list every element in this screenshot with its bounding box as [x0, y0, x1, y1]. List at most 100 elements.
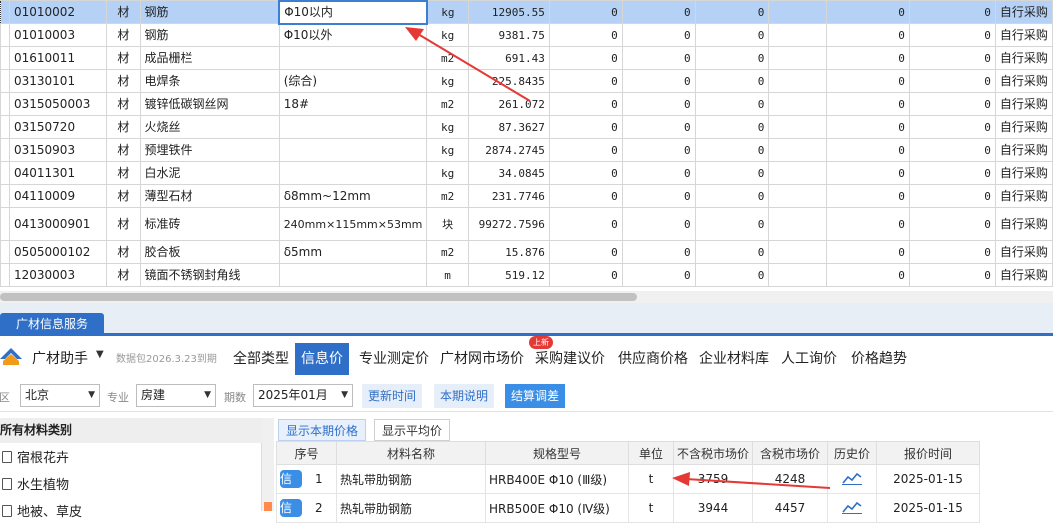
- history-price-cell[interactable]: [827, 464, 877, 494]
- trend-chart-icon[interactable]: [842, 471, 862, 485]
- material-type[interactable]: 材: [106, 69, 141, 93]
- value-cell[interactable]: 0: [826, 184, 910, 208]
- supply-method[interactable]: 自行采购: [994, 0, 1053, 24]
- value-cell[interactable]: 0: [694, 161, 770, 185]
- grid-row[interactable]: 03150903 材预埋铁件 kg 2874.2745 0 0 0 0 0 自行采购: [0, 138, 1053, 162]
- value-cell[interactable]: [768, 161, 828, 185]
- material-spec[interactable]: δ8mm~12mm: [278, 184, 428, 208]
- horizontal-scrollbar[interactable]: [0, 291, 1053, 303]
- material-quantity[interactable]: 12905.55: [467, 0, 550, 24]
- show-current-price-tab[interactable]: 显示本期价格: [278, 419, 367, 441]
- material-name[interactable]: 钢筋: [139, 23, 280, 47]
- material-quantity[interactable]: 15.876: [467, 240, 550, 264]
- value-cell[interactable]: 0: [908, 184, 996, 208]
- value-cell[interactable]: [768, 46, 828, 70]
- material-unit[interactable]: kg: [426, 161, 469, 185]
- material-type[interactable]: 材: [106, 240, 141, 264]
- material-spec[interactable]: δ5mm: [278, 240, 428, 264]
- value-cell[interactable]: 0: [694, 240, 770, 264]
- row-marker[interactable]: [0, 263, 10, 287]
- material-unit[interactable]: m: [426, 263, 469, 287]
- value-cell[interactable]: 0: [826, 92, 910, 116]
- material-unit[interactable]: kg: [426, 23, 469, 47]
- value-cell[interactable]: 0: [694, 92, 770, 116]
- material-spec[interactable]: Φ10以内: [278, 0, 428, 25]
- material-name[interactable]: 火烧丝: [139, 115, 280, 139]
- tab-professional-price[interactable]: 专业测定价: [353, 343, 435, 375]
- tab-enterprise-library[interactable]: 企业材料库: [693, 343, 775, 375]
- material-quantity[interactable]: 34.0845: [467, 161, 550, 185]
- value-cell[interactable]: 0: [621, 207, 696, 241]
- material-unit[interactable]: m2: [426, 184, 469, 208]
- value-cell[interactable]: 0: [694, 207, 770, 241]
- material-name[interactable]: 电焊条: [139, 69, 280, 93]
- value-cell[interactable]: 0: [826, 0, 910, 24]
- value-cell[interactable]: 0: [694, 46, 770, 70]
- material-type[interactable]: 材: [106, 0, 141, 24]
- supply-method[interactable]: 自行采购: [994, 138, 1053, 162]
- value-cell[interactable]: [768, 0, 828, 24]
- row-marker[interactable]: [0, 138, 10, 162]
- material-unit[interactable]: kg: [426, 115, 469, 139]
- material-unit[interactable]: kg: [426, 138, 469, 162]
- value-cell[interactable]: 0: [548, 138, 623, 162]
- tab-guangcai-info-service[interactable]: 广材信息服务: [0, 313, 104, 336]
- value-cell[interactable]: 0: [694, 23, 770, 47]
- value-cell[interactable]: 0: [621, 240, 696, 264]
- material-unit[interactable]: m2: [426, 240, 469, 264]
- material-quantity[interactable]: 691.43: [467, 46, 550, 70]
- chevron-down-icon[interactable]: ▼: [96, 349, 104, 360]
- material-quantity[interactable]: 261.072: [467, 92, 550, 116]
- material-unit[interactable]: kg: [426, 69, 469, 93]
- period-select[interactable]: 2025年01月 ▼: [253, 384, 353, 407]
- material-code[interactable]: 0315050003: [8, 92, 108, 116]
- value-cell[interactable]: 0: [548, 46, 623, 70]
- price-row[interactable]: 信 1 热轧带肋钢筋 HRB400E Φ10 (Ⅲ级) t 3759 4248 2025-01…: [276, 464, 980, 494]
- row-marker[interactable]: [0, 207, 10, 241]
- major-select[interactable]: 房建 ▼: [136, 384, 216, 407]
- value-cell[interactable]: 0: [548, 240, 623, 264]
- tab-price-trend[interactable]: 价格趋势: [845, 343, 913, 375]
- material-unit[interactable]: m2: [426, 92, 469, 116]
- value-cell[interactable]: [768, 92, 828, 116]
- material-type[interactable]: 材: [106, 263, 141, 287]
- category-scrollbar[interactable]: [262, 418, 274, 511]
- row-marker[interactable]: [0, 161, 10, 185]
- material-name[interactable]: 薄型石材: [139, 184, 280, 208]
- value-cell[interactable]: 0: [908, 69, 996, 93]
- value-cell[interactable]: 0: [826, 240, 910, 264]
- value-cell[interactable]: 0: [621, 263, 696, 287]
- grid-row[interactable]: 01010003 材钢筋 Φ10以外 kg 9381.75 0 0 0 0 0 自行采购: [0, 23, 1053, 47]
- material-name[interactable]: 成品栅栏: [139, 46, 280, 70]
- material-unit[interactable]: 块: [426, 207, 469, 241]
- value-cell[interactable]: 0: [621, 0, 696, 24]
- supply-method[interactable]: 自行采购: [994, 263, 1053, 287]
- value-cell[interactable]: 0: [694, 184, 770, 208]
- grid-row[interactable]: 12030003 材镜面不锈钢封角线 m 519.12 0 0 0 0 0 自行采购: [0, 263, 1053, 287]
- supply-method[interactable]: 自行采购: [994, 207, 1053, 241]
- grid-row[interactable]: 04110009 材薄型石材 δ8mm~12mm m2 231.7746 0 0 0 0 0 自行采…: [0, 184, 1053, 208]
- material-code[interactable]: 0413000901: [8, 207, 108, 241]
- scroll-thumb[interactable]: [0, 293, 637, 301]
- material-code[interactable]: 01610011: [8, 46, 108, 70]
- material-name[interactable]: 镀锌低碳钢丝网: [139, 92, 280, 116]
- material-code[interactable]: 04011301: [8, 161, 108, 185]
- value-cell[interactable]: 0: [621, 115, 696, 139]
- row-marker[interactable]: [0, 69, 10, 93]
- material-type[interactable]: 材: [106, 184, 141, 208]
- category-item[interactable]: 水生植物: [0, 472, 69, 499]
- material-spec[interactable]: (综合): [278, 69, 428, 93]
- supply-method[interactable]: 自行采购: [994, 240, 1053, 264]
- trend-chart-icon[interactable]: [842, 500, 862, 514]
- value-cell[interactable]: 0: [694, 115, 770, 139]
- grid-row[interactable]: 0505000102 材胶合板 δ5mm m2 15.876 0 0 0 0 0 自行采购: [0, 240, 1053, 264]
- value-cell[interactable]: [768, 207, 828, 241]
- value-cell[interactable]: 0: [548, 207, 623, 241]
- material-quantity[interactable]: 231.7746: [467, 184, 550, 208]
- material-code[interactable]: 12030003: [8, 263, 108, 287]
- tab-manual-inquiry[interactable]: 人工询价: [775, 343, 843, 375]
- row-marker[interactable]: [0, 0, 10, 24]
- value-cell[interactable]: 0: [694, 138, 770, 162]
- category-item[interactable]: 宿根花卉: [0, 445, 69, 472]
- value-cell[interactable]: 0: [908, 0, 996, 24]
